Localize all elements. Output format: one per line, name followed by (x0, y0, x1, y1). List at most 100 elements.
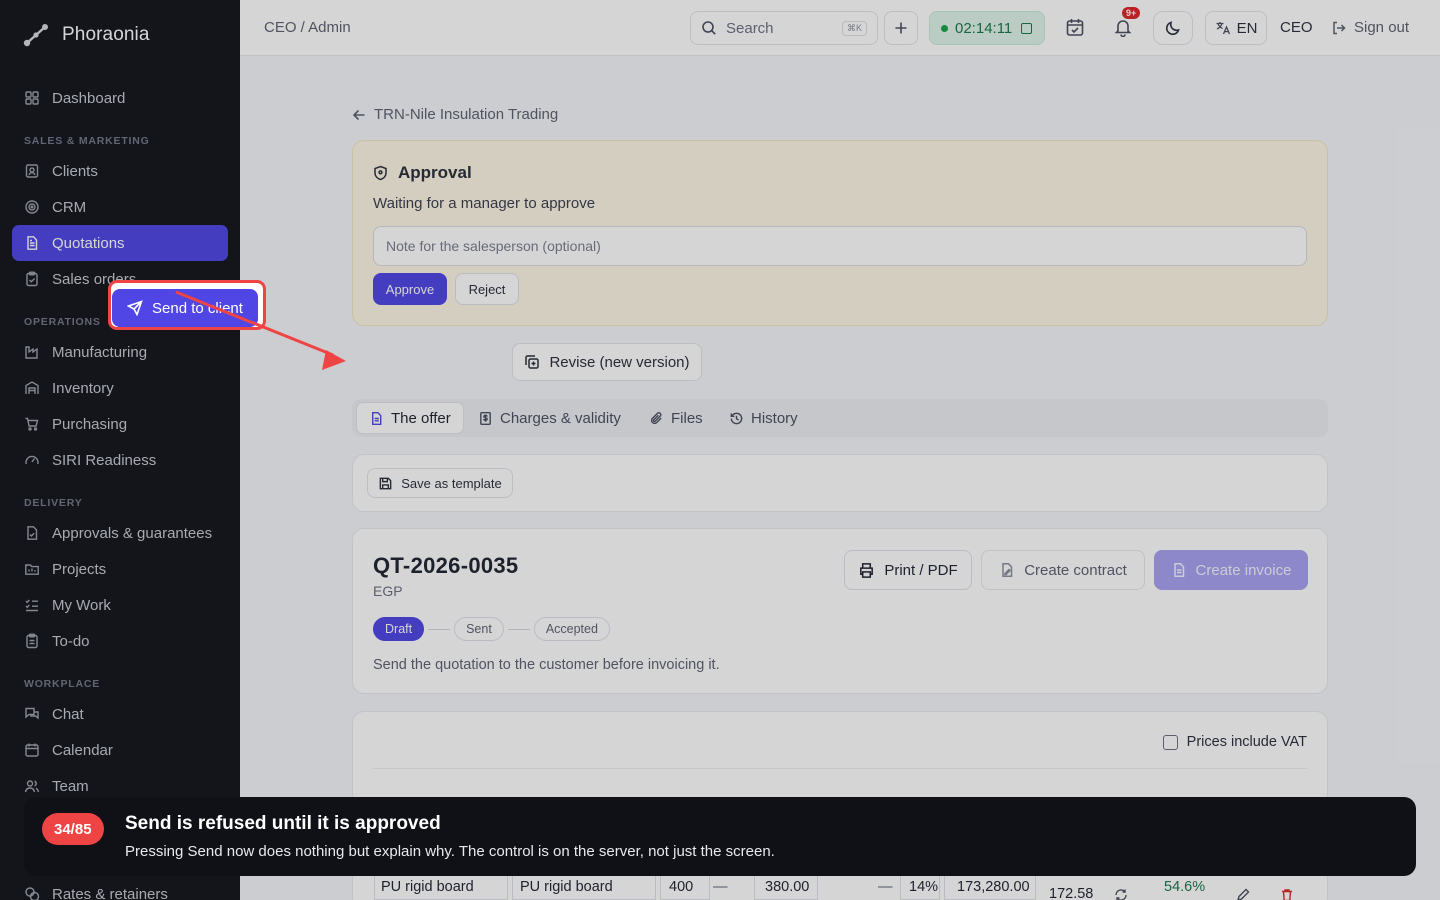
sidebar-item-label: Rates & retainers (52, 885, 168, 900)
status-step-draft: Draft (373, 617, 425, 641)
sidebar-item-quotations[interactable]: Quotations (12, 225, 228, 261)
sidebar-item-rates[interactable]: Rates & retainers (12, 876, 228, 900)
row-qty: 400 (669, 879, 694, 895)
tab-files[interactable]: Files (637, 402, 715, 434)
tab-history[interactable]: History (717, 402, 810, 434)
sidebar-item-approvals[interactable]: Approvals & guarantees (12, 515, 228, 551)
back-link[interactable]: TRN-Nile Insulation Trading (352, 106, 558, 123)
divider (373, 768, 1307, 769)
tour-step-counter: 34/85 (42, 813, 104, 845)
sidebar-item-label: Chat (52, 705, 84, 723)
sidebar-item-clients[interactable]: Clients (12, 153, 228, 189)
sidebar-item-label: Calendar (52, 741, 113, 759)
sidebar-item-sales-orders[interactable]: Sales orders (12, 261, 228, 297)
approval-title-label: Approval (398, 163, 472, 182)
approval-title: Approval (373, 163, 472, 183)
chat-icon (25, 707, 39, 720)
timer-value: 02:14:11 (955, 19, 1013, 37)
revise-button[interactable]: Revise (new version) (512, 343, 702, 381)
sidebar-item-todo[interactable]: To-do (12, 623, 228, 659)
quotation-currency: EGP (373, 583, 403, 599)
salesperson-note-input[interactable] (373, 226, 1307, 266)
status-stepper: Draft Sent Accepted (373, 617, 610, 641)
quotation-tabs: The offer Charges & validity Files Histo… (352, 399, 1328, 437)
timer-running-dot (941, 24, 948, 32)
translate-icon (1216, 22, 1230, 35)
sidebar-item-calendar[interactable]: Calendar (12, 732, 228, 768)
nav-section-workplace: WORKPLACE (24, 678, 101, 690)
time-tracker[interactable]: 02:14:11 (929, 11, 1045, 45)
status-step-accepted: Accepted (533, 617, 610, 641)
tab-charges-validity[interactable]: Charges & validity (466, 402, 633, 434)
arrow-left-icon (352, 109, 365, 120)
vat-checkbox[interactable] (1162, 734, 1178, 750)
tour-title: Send is refused until it is approved (125, 813, 441, 834)
sidebar-item-my-work[interactable]: My Work (12, 587, 228, 623)
sidebar-item-label: Dashboard (52, 89, 126, 107)
tour-text: Pressing Send now does nothing but expla… (125, 843, 775, 860)
pencil-icon[interactable] (1236, 888, 1250, 900)
user-role[interactable]: CEO (1280, 19, 1313, 36)
theme-toggle[interactable] (1153, 11, 1193, 45)
step-connector (507, 628, 530, 630)
create-contract-button[interactable]: Create contract (981, 550, 1145, 590)
sidebar-item-dashboard[interactable]: Dashboard (12, 80, 228, 116)
sidebar-item-purchasing[interactable]: Purchasing (12, 406, 228, 442)
file-check-icon (27, 526, 38, 540)
save-as-template-button[interactable]: Save as template (367, 468, 513, 498)
stop-icon[interactable] (1021, 22, 1033, 34)
reject-button[interactable]: Reject (455, 273, 519, 305)
calendar-icon (25, 743, 39, 757)
invoice-icon (1173, 563, 1184, 577)
approval-panel: Approval Waiting for a manager to approv… (352, 140, 1328, 326)
print-pdf-button[interactable]: Print / PDF (844, 550, 972, 590)
row-price: 380.00 (765, 879, 810, 895)
folder-icon (25, 564, 39, 575)
file-signature-icon (1002, 563, 1013, 577)
sidebar-item-manufacturing[interactable]: Manufacturing (12, 334, 228, 370)
tab-label: Files (671, 409, 703, 427)
calendar-button[interactable] (1065, 17, 1085, 37)
gauge-icon (25, 455, 39, 465)
print-pdf-label: Print / PDF (884, 561, 958, 579)
add-button[interactable] (884, 11, 918, 45)
status-step-sent: Sent (454, 617, 504, 641)
quotation-header-card: QT-2026-0035 EGP Print / PDF Create cont… (352, 528, 1328, 694)
language-switcher[interactable]: EN (1205, 11, 1267, 45)
approve-button[interactable]: Approve (373, 273, 447, 305)
tab-the-offer[interactable]: The offer (356, 402, 464, 434)
create-invoice-button[interactable]: Create invoice (1154, 550, 1308, 590)
sidebar-item-label: Inventory (52, 379, 114, 397)
step-connector (428, 628, 451, 630)
save-as-template-label: Save as template (401, 475, 502, 491)
document-icon (27, 236, 38, 250)
notifications-button[interactable] (1113, 17, 1133, 37)
search-placeholder: Search (726, 19, 774, 37)
tour-banner: 34/85 Send is refused until it is approv… (24, 797, 1416, 876)
top-bar: CEO / Admin Search ⌘K 02:14:11 9+ EN CEO… (240, 0, 1440, 56)
logo-icon (23, 24, 48, 47)
sidebar-item-label: Projects (52, 560, 107, 578)
search-icon (702, 21, 716, 35)
plus-icon (895, 22, 907, 34)
sidebar-item-chat[interactable]: Chat (12, 696, 228, 732)
sidebar-item-inventory[interactable]: Inventory (12, 370, 228, 406)
row-unit-dash: — (713, 879, 728, 895)
sidebar-item-siri-readiness[interactable]: SIRI Readiness (12, 442, 228, 478)
trash-icon[interactable] (1280, 888, 1294, 900)
create-invoice-label: Create invoice (1195, 561, 1292, 579)
template-toolbar: Save as template (352, 454, 1328, 512)
sidebar-item-label: Quotations (52, 234, 125, 252)
search-input[interactable]: Search ⌘K (690, 11, 878, 45)
sidebar-item-crm[interactable]: CRM (12, 189, 228, 225)
sign-out-label: Sign out (1354, 19, 1410, 36)
users-icon (24, 780, 40, 793)
brand[interactable]: Phoraonia (22, 22, 150, 48)
paperclip-icon (650, 411, 662, 424)
approval-status: Waiting for a manager to approve (373, 195, 596, 212)
prices-include-vat-toggle[interactable]: Prices include VAT (1162, 734, 1307, 750)
sign-out-button[interactable]: Sign out (1331, 19, 1409, 36)
refresh-icon[interactable] (1114, 888, 1128, 900)
receipt-icon (480, 411, 491, 425)
sidebar-item-projects[interactable]: Projects (12, 551, 228, 587)
